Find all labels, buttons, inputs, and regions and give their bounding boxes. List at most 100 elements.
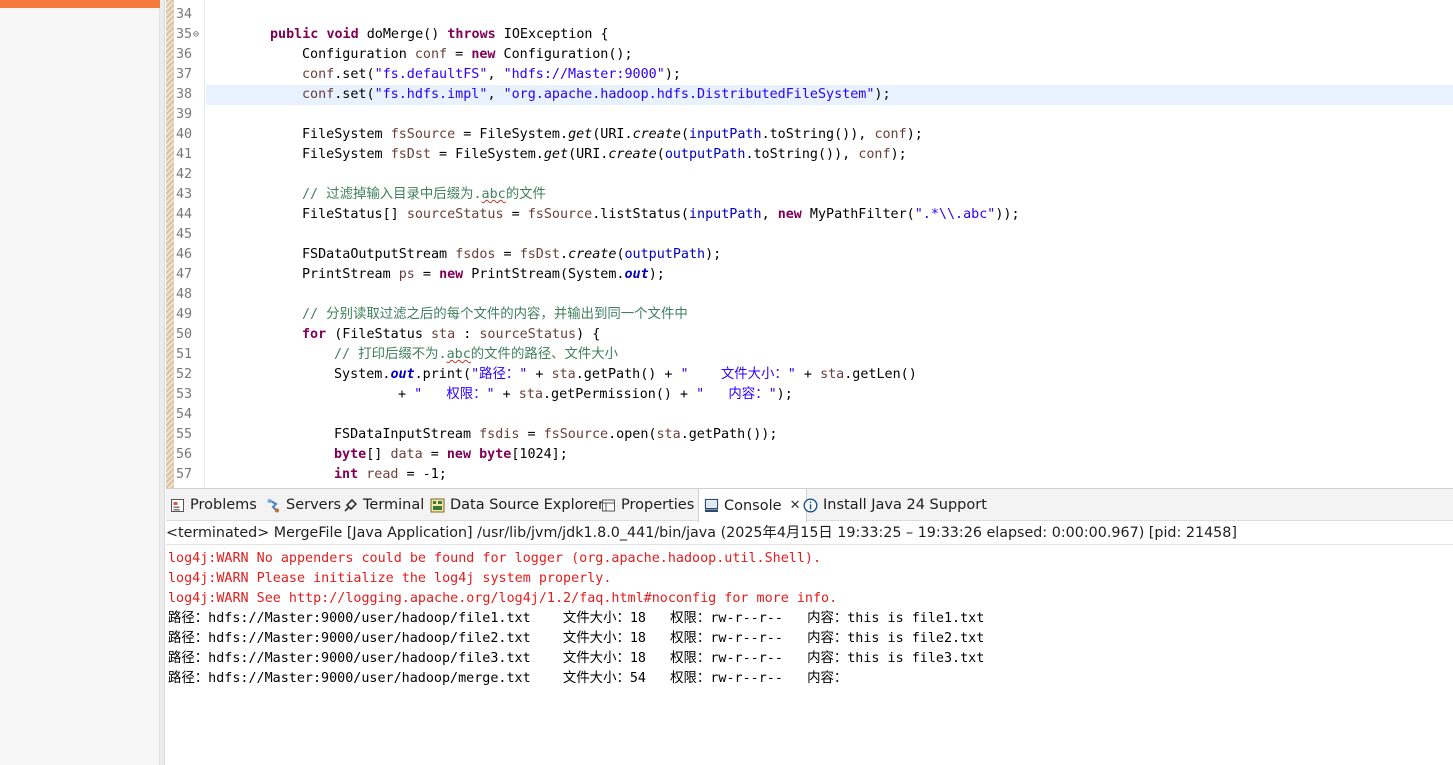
database-icon <box>429 497 445 513</box>
line-number: 55 <box>176 427 193 442</box>
tab-servers[interactable]: Servers <box>265 489 341 521</box>
tab-properties[interactable]: Properties <box>600 489 694 521</box>
code-text[interactable]: System.out.print("路径：" + sta.getPath() +… <box>334 365 917 385</box>
console-output[interactable]: log4j:WARN No appenders could be found f… <box>168 549 1448 689</box>
console-output-line: 路径：hdfs://Master:9000/user/hadoop/merge.… <box>168 671 848 686</box>
package-explorer-panel <box>0 0 160 765</box>
problems-icon <box>169 497 185 513</box>
line-number: 40 <box>176 127 193 142</box>
tab-label: Data Source Explorer <box>450 497 605 513</box>
line-number: 46 <box>176 247 193 262</box>
code-line-55[interactable]: 55 FSDataInputStream fsdis = fsSource.ope… <box>166 425 1453 445</box>
fold-collapse-icon[interactable]: ⊖ <box>193 25 199 45</box>
line-number: 43 <box>176 187 193 202</box>
code-text[interactable]: FSDataInputStream fsdis = fsSource.open(… <box>334 425 777 445</box>
line-number: 38 <box>176 87 193 102</box>
code-text[interactable]: // 分别读取过滤之后的每个文件的内容，并输出到同一个文件中 <box>302 305 688 325</box>
code-text[interactable]: FileSystem fsDst = FileSystem.get(URI.cr… <box>302 145 907 165</box>
line-number: 54 <box>176 407 193 422</box>
tab-label: Terminal <box>363 497 425 513</box>
line-number: 39 <box>176 107 193 122</box>
line-number: 45 <box>176 227 193 242</box>
code-text[interactable]: int read = -1; <box>334 465 447 485</box>
code-text[interactable]: public void doMerge() throws IOException… <box>270 25 609 45</box>
line-number: 48 <box>176 287 193 302</box>
code-line-46[interactable]: 46 FSDataOutputStream fsdos = fsDst.creat… <box>166 245 1453 265</box>
console-error-line: log4j:WARN Please initialize the log4j s… <box>168 571 612 586</box>
code-line-56[interactable]: 56 byte[] data = new byte[1024]; <box>166 445 1453 465</box>
code-line-35[interactable]: 35 ⊖ public void doMerge() throws IOExcept… <box>166 25 1453 45</box>
console-error-line: log4j:WARN No appenders could be found f… <box>168 551 822 566</box>
line-number: 49 <box>176 307 193 322</box>
tab-install-java-24-support[interactable]: Install Java 24 Support <box>802 489 987 521</box>
info-icon <box>802 497 818 513</box>
java-editor[interactable]: 34 35 ⊖ public void doMerge() throws IOExce… <box>166 0 1453 488</box>
code-line-36[interactable]: 36 Configuration conf = new Configuration… <box>166 45 1453 65</box>
line-number: 56 <box>176 447 193 462</box>
sash-divider[interactable] <box>160 0 165 765</box>
code-line-40[interactable]: 40 FileSystem fsSource = FileSystem.get(U… <box>166 125 1453 145</box>
code-line-54[interactable]: 54 <box>166 405 1453 425</box>
tab-problems[interactable]: Problems <box>169 489 257 521</box>
line-number: 47 <box>176 267 193 282</box>
view-tab-bar: Problems Servers Terminal Data Source Explo… <box>166 489 1453 522</box>
line-number: 36 <box>176 47 193 62</box>
line-number: 34 <box>176 7 193 22</box>
code-text[interactable]: // 打印后缀不为.abc的文件的路径、文件大小 <box>334 345 618 365</box>
code-line-57[interactable]: 57 int read = -1; <box>166 465 1453 485</box>
code-line-52[interactable]: 52 System.out.print("路径：" + sta.getPath()… <box>166 365 1453 385</box>
code-line-51[interactable]: 51 // 打印后缀不为.abc的文件的路径、文件大小 <box>166 345 1453 365</box>
code-line-49[interactable]: 49 // 分别读取过滤之后的每个文件的内容，并输出到同一个文件中 <box>166 305 1453 325</box>
code-text[interactable]: conf.set("fs.defaultFS", "hdfs://Master:… <box>302 65 681 85</box>
servers-icon <box>265 497 281 513</box>
console-icon <box>703 498 719 514</box>
line-number: 51 <box>176 347 193 362</box>
code-line-39[interactable]: 39 <box>166 105 1453 125</box>
code-line-50[interactable]: 50 for (FileStatus sta : sourceStatus) { <box>166 325 1453 345</box>
code-line-45[interactable]: 45 <box>166 225 1453 245</box>
tab-label: Console <box>724 497 782 514</box>
code-text[interactable]: FileStatus[] sourceStatus = fsSource.lis… <box>302 205 1020 225</box>
code-text[interactable]: + " 权限：" + sta.getPermission() + " 内容：")… <box>398 385 793 405</box>
line-number: 52 <box>176 367 193 382</box>
code-line-44[interactable]: 44 FileStatus[] sourceStatus = fsSource.l… <box>166 205 1453 225</box>
code-text[interactable]: // 过滤掉输入目录中后缀为.abc的文件 <box>302 185 546 205</box>
code-line-37[interactable]: 37 conf.set("fs.defaultFS", "hdfs://Maste… <box>166 65 1453 85</box>
code-text[interactable]: Configuration conf = new Configuration()… <box>302 45 633 65</box>
code-line-48[interactable]: 48 <box>166 285 1453 305</box>
code-text[interactable]: for (FileStatus sta : sourceStatus) { <box>302 325 600 345</box>
tab-label: Properties <box>621 497 695 513</box>
code-text[interactable]: byte[] data = new byte[1024]; <box>334 445 568 465</box>
console-output-line: 路径：hdfs://Master:9000/user/hadoop/file1.… <box>168 611 985 626</box>
code-line-41[interactable]: 41 FileSystem fsDst = FileSystem.get(URI.… <box>166 145 1453 165</box>
panel-accent-bar <box>0 0 160 8</box>
console-view: Problems Servers Terminal Data Source Explo… <box>166 488 1453 765</box>
code-line-38[interactable]: 38 conf.set("fs.hdfs.impl", "org.apache.h… <box>176 85 1453 105</box>
line-number: 50 <box>176 327 193 342</box>
code-text[interactable]: FSDataOutputStream fsdos = fsDst.create(… <box>302 245 721 265</box>
tab-label: Problems <box>190 497 257 513</box>
code-line-34[interactable]: 34 <box>166 5 1453 25</box>
code-line-47[interactable]: 47 PrintStream ps = new PrintStream(Syste… <box>166 265 1453 285</box>
console-status: <terminated> MergeFile [Java Application… <box>166 521 1453 545</box>
line-number: 44 <box>176 207 193 222</box>
tab-data-source-explorer[interactable]: Data Source Explorer <box>429 489 604 521</box>
close-icon[interactable]: ✕ <box>790 498 801 513</box>
line-number: 57 <box>176 467 193 482</box>
code-line-42[interactable]: 42 <box>166 165 1453 185</box>
line-number: 53 <box>176 387 193 402</box>
line-number: 41 <box>176 147 193 162</box>
tab-label: Install Java 24 Support <box>823 497 987 513</box>
tab-terminal[interactable]: Terminal <box>342 489 424 521</box>
code-line-53[interactable]: 53 + " 权限：" + sta.getPermission() + " 内容：… <box>166 385 1453 405</box>
terminal-icon <box>342 497 358 513</box>
code-line-43[interactable]: 43 // 过滤掉输入目录中后缀为.abc的文件 <box>166 185 1453 205</box>
tab-label: Servers <box>286 497 342 513</box>
console-output-line: 路径：hdfs://Master:9000/user/hadoop/file3.… <box>168 651 985 666</box>
tab-console[interactable]: Console ✕ <box>698 489 808 522</box>
code-text[interactable]: PrintStream ps = new PrintStream(System.… <box>302 265 665 285</box>
code-text[interactable]: conf.set("fs.hdfs.impl", "org.apache.had… <box>302 85 891 105</box>
console-output-line: 路径：hdfs://Master:9000/user/hadoop/file2.… <box>168 631 985 646</box>
line-number: 37 <box>176 67 193 82</box>
code-text[interactable]: FileSystem fsSource = FileSystem.get(URI… <box>302 125 923 145</box>
